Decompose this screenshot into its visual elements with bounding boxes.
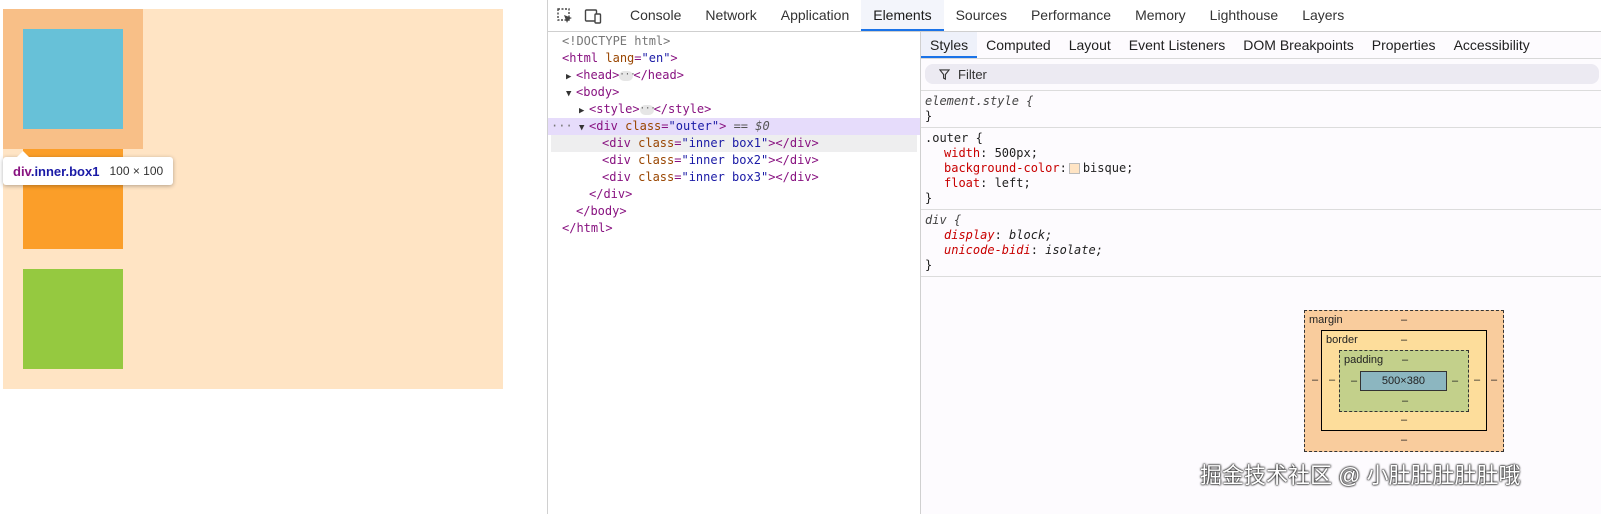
border-left-value[interactable]: – <box>1329 374 1335 386</box>
subtab-layout[interactable]: Layout <box>1060 32 1120 58</box>
dom-doctype[interactable]: <!DOCTYPE html> <box>562 33 670 50</box>
rule-selector[interactable]: element.style { <box>925 94 1598 109</box>
tooltip-size: 100 × 100 <box>109 164 164 178</box>
subtab-styles[interactable]: Styles <box>921 32 978 58</box>
rule-close: } <box>925 109 933 123</box>
dom-inner-div[interactable]: <div class="inner box3"></div> <box>602 169 819 186</box>
tab-sources[interactable]: Sources <box>944 0 1019 31</box>
rule-outer: .outer { width: 500px; background-color: b… <box>921 128 1601 210</box>
dom-style[interactable]: ▶ <style>···</style> <box>579 101 711 118</box>
margin-right-value[interactable]: – <box>1491 374 1497 386</box>
css-property: display: block; <box>944 228 1053 242</box>
padding-bottom-value[interactable]: – <box>1402 395 1408 407</box>
watermark: 掘金技术社区 @ 小肚肚肚肚肚哦 <box>1200 463 1521 488</box>
dom-head[interactable]: ▶ <head>···</head> <box>566 67 684 84</box>
boxmodel-content[interactable]: 500×380 <box>1360 371 1447 391</box>
rule-close: } <box>925 191 933 205</box>
css-property[interactable]: float: left; <box>925 176 1598 191</box>
css-property[interactable]: width: 500px; <box>925 146 1598 161</box>
dom-inner-div[interactable]: <div class="inner box2"></div> <box>602 152 819 169</box>
rule-div-ua: div { display: block; unicode-bidi: isola… <box>921 210 1601 277</box>
rule-element-style: element.style { } <box>921 91 1601 128</box>
margin-top-value[interactable]: – <box>1401 314 1407 326</box>
styles-pane: Styles Computed Layout Event Listeners DOM B… <box>921 32 1601 514</box>
inner-box1[interactable] <box>23 29 123 129</box>
css-property[interactable]: background-color: bisque; <box>925 161 1598 176</box>
dom-html-open[interactable]: <html lang="en"> <box>562 50 678 67</box>
filter-icon <box>939 68 950 80</box>
color-swatch-icon[interactable] <box>1068 162 1080 174</box>
styles-subtabs: Styles Computed Layout Event Listeners DOM B… <box>921 32 1601 59</box>
tab-console[interactable]: Console <box>618 0 693 31</box>
css-property: unicode-bidi: isolate; <box>944 243 1103 257</box>
padding-label: padding <box>1344 354 1384 366</box>
dom-body-close[interactable]: </body> <box>576 203 627 220</box>
padding-left-value[interactable]: – <box>1351 375 1357 387</box>
device-toolbar-icon[interactable] <box>582 5 604 27</box>
margin-bottom-value[interactable]: – <box>1401 434 1407 446</box>
padding-right-value[interactable]: – <box>1452 375 1458 387</box>
rule-close: } <box>925 258 933 272</box>
dom-tree: <!DOCTYPE html> <html lang="en"> ▶ <head>… <box>548 32 921 514</box>
border-top-value[interactable]: – <box>1401 334 1407 346</box>
inspect-tooltip: div.inner.box1 100 × 100 <box>3 151 174 185</box>
margin-left-value[interactable]: – <box>1312 374 1318 386</box>
page-preview: div.inner.box1 100 × 100 <box>0 0 547 514</box>
dom-html-close[interactable]: </html> <box>562 220 613 237</box>
devtools-tabbar: Console Network Application Elements Sources… <box>548 0 1601 32</box>
devtools-panel: Console Network Application Elements Sources… <box>547 0 1601 514</box>
tooltip-selector: div.inner.box1 <box>13 163 100 179</box>
subtab-event-listeners[interactable]: Event Listeners <box>1120 32 1235 58</box>
tab-lighthouse[interactable]: Lighthouse <box>1198 0 1291 31</box>
tab-layers[interactable]: Layers <box>1290 0 1356 31</box>
tab-elements[interactable]: Elements <box>861 0 944 31</box>
rule-selector: div { <box>925 213 962 227</box>
subtab-properties[interactable]: Properties <box>1363 32 1445 58</box>
inspect-element-icon[interactable] <box>554 5 576 27</box>
margin-label: margin <box>1309 314 1343 326</box>
dom-body-open[interactable]: ▼ <body> <box>566 84 619 101</box>
dom-div-close[interactable]: </div> <box>589 186 632 203</box>
collapse-triangle-icon[interactable]: ▼ <box>566 86 576 103</box>
border-label: border <box>1326 334 1358 346</box>
rule-selector[interactable]: .outer { <box>925 131 1598 146</box>
ellipsis-icon[interactable]: ··· <box>619 70 636 81</box>
dom-inner-div[interactable]: <div class="inner box1"></div> <box>551 135 917 152</box>
row-menu-icon[interactable]: ··· <box>551 118 573 135</box>
filter-placeholder: Filter <box>958 66 987 82</box>
padding-top-value[interactable]: – <box>1402 354 1408 366</box>
ellipsis-icon[interactable]: ··· <box>639 104 656 115</box>
tab-application[interactable]: Application <box>769 0 862 31</box>
border-right-value[interactable]: – <box>1474 374 1480 386</box>
subtab-dom-breakpoints[interactable]: DOM Breakpoints <box>1234 32 1362 58</box>
dom-outer-div[interactable]: ··· ▼ <div class="outer"> == $0 <box>548 118 920 135</box>
devtools-tabs: Console Network Application Elements Sources… <box>618 0 1356 31</box>
tab-performance[interactable]: Performance <box>1019 0 1123 31</box>
filter-input[interactable]: Filter <box>925 64 1599 84</box>
border-bottom-value[interactable]: – <box>1401 414 1407 426</box>
tab-network[interactable]: Network <box>693 0 768 31</box>
subtab-accessibility[interactable]: Accessibility <box>1445 32 1539 58</box>
tab-memory[interactable]: Memory <box>1123 0 1198 31</box>
subtab-computed[interactable]: Computed <box>977 32 1060 58</box>
inner-box3[interactable] <box>23 269 123 369</box>
